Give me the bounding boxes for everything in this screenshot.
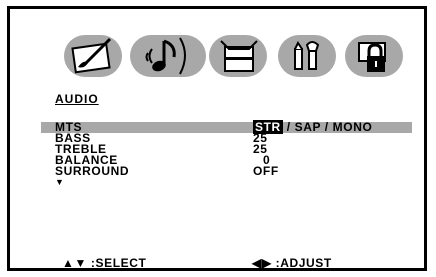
padlock-icon — [358, 42, 386, 72]
up-down-arrows-icon: ▲▼ — [62, 256, 87, 270]
tab-audio[interactable] — [130, 35, 206, 77]
box-icon — [220, 40, 258, 72]
section-title: AUDIO — [55, 92, 99, 106]
left-right-arrows-icon: ◀▶ — [252, 256, 272, 270]
adjust-hint: ◀▶ :ADJUST — [252, 257, 332, 269]
tab-setup[interactable] — [209, 35, 267, 77]
adjust-label: :ADJUST — [275, 256, 332, 270]
music-note-icon — [145, 37, 186, 75]
tools-icon — [294, 41, 320, 70]
menu-item-surround[interactable]: SURROUND — [55, 165, 129, 177]
more-down-icon: ▼ — [55, 177, 64, 187]
mts-value: STR / SAP / MONO — [253, 120, 373, 134]
select-hint: ▲▼ :SELECT — [62, 257, 146, 269]
tab-features[interactable] — [278, 35, 336, 77]
tab-picture[interactable] — [64, 35, 122, 77]
surround-value: OFF — [253, 164, 279, 178]
mts-other-options: / SAP / MONO — [282, 120, 373, 134]
select-label: :SELECT — [90, 256, 147, 270]
brush-palette-icon — [71, 37, 112, 74]
tab-lock[interactable] — [345, 35, 403, 77]
